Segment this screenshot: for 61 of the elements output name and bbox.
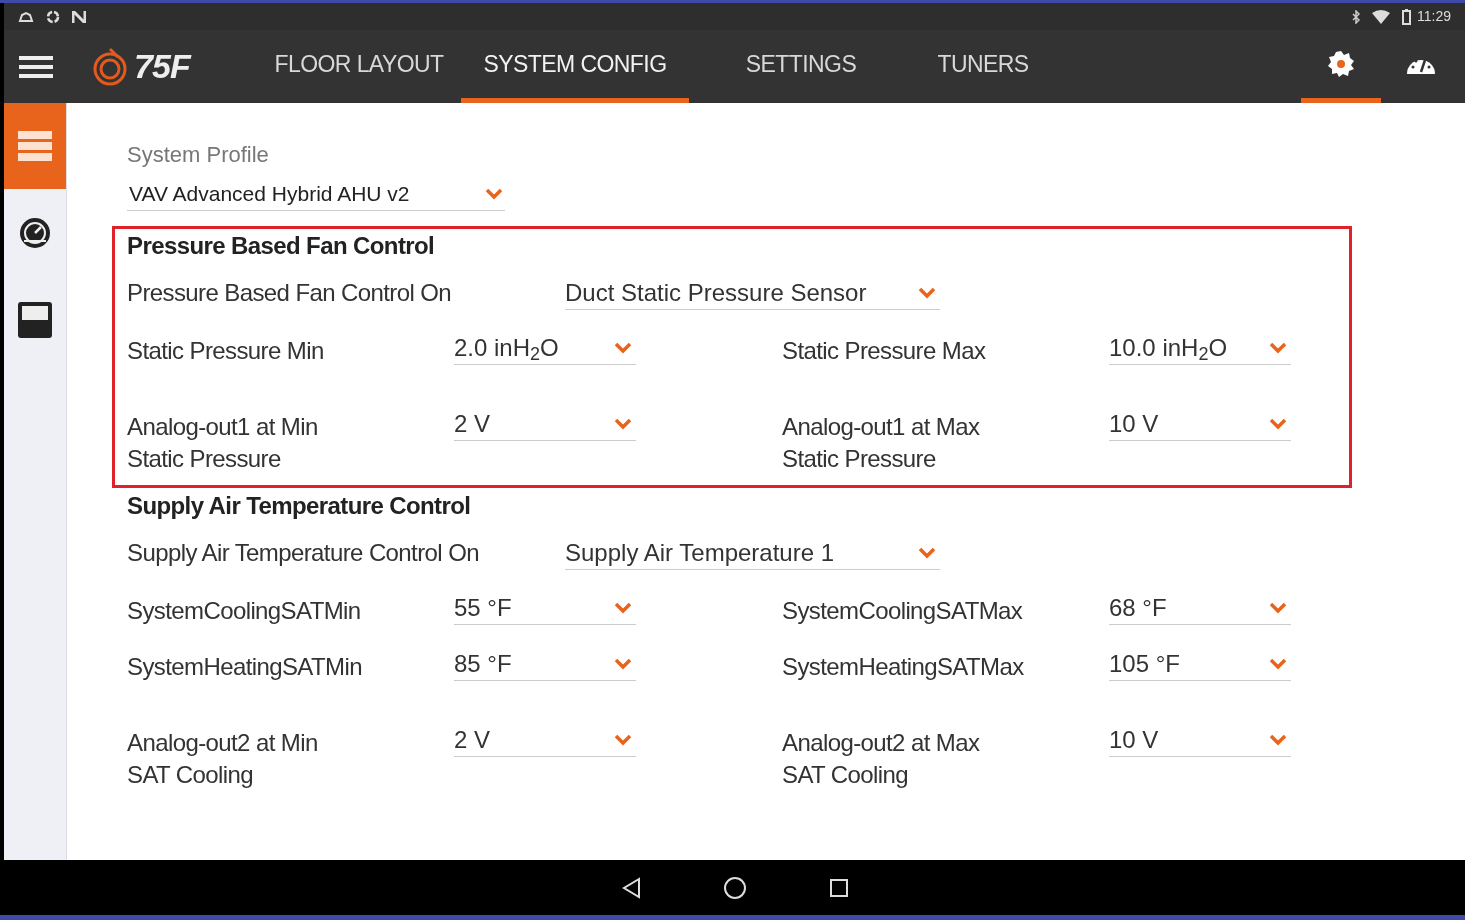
profile-dropdown[interactable]: VAV Advanced Hybrid AHU v2 [127, 177, 505, 211]
field-label: Analog-out1 at Min Static Pressure [127, 412, 319, 474]
nav-tab[interactable]: SETTINGS [689, 30, 913, 103]
cloud-icon [18, 10, 34, 23]
chevron-down-icon [1269, 733, 1287, 746]
wifi-icon [1372, 9, 1390, 24]
field-label: SystemCoolingSATMax [782, 596, 1024, 626]
dropdown[interactable]: 2.0 inH$_{2}$O [454, 331, 636, 365]
chevron-down-icon [918, 286, 936, 299]
dropdown[interactable]: 10.0 inH$_{2}$O [1109, 331, 1291, 365]
menu-icon[interactable] [19, 55, 53, 78]
recents-icon[interactable] [828, 877, 849, 898]
dropdown[interactable]: 10 V [1109, 723, 1291, 757]
dropdown[interactable]: 2 V [454, 407, 636, 441]
nav-tab[interactable]: FLOOR LAYOUT [257, 30, 461, 103]
dropdown[interactable]: 10 V [1109, 407, 1291, 441]
gauge-icon [18, 216, 52, 250]
dropdown[interactable]: 55 °F [454, 591, 636, 625]
chevron-down-icon [1269, 341, 1287, 354]
list-icon [18, 131, 52, 161]
section-title: Supply Air Temperature Control [127, 491, 472, 521]
back-icon[interactable] [620, 876, 641, 899]
field-label: Analog-out1 at Max Static Pressure [782, 412, 981, 474]
clock-time: 11:29 [1417, 7, 1451, 26]
n-icon [72, 10, 86, 23]
chevron-down-icon [614, 601, 632, 614]
meter-icon [18, 302, 52, 338]
field-label: SystemHeatingSATMin [127, 652, 363, 682]
dropdown[interactable]: 68 °F [1109, 591, 1291, 625]
chevron-down-icon [1269, 657, 1287, 670]
battery-icon [1402, 8, 1411, 25]
section-title: Pressure Based Fan Control [127, 231, 436, 261]
chevron-down-icon [614, 341, 632, 354]
settings-icon [1326, 49, 1356, 79]
dropdown[interactable]: 2 V [454, 723, 636, 757]
field-label: Static Pressure Max [782, 336, 987, 366]
bluetooth-icon [1352, 9, 1360, 24]
chevron-down-icon [1269, 601, 1287, 614]
chevron-down-icon [1269, 417, 1287, 430]
nav-tab[interactable]: TUNERS [913, 30, 1053, 103]
dropdown[interactable]: 105 °F [1109, 647, 1291, 681]
field-label: System Profile [127, 141, 270, 169]
field-label: Analog-out2 at Min SAT Cooling [127, 728, 319, 790]
field-label: Supply Air Temperature Control On [127, 538, 480, 568]
chevron-down-icon [614, 417, 632, 430]
chevron-down-icon [918, 546, 936, 559]
logo-icon [92, 46, 128, 87]
field-label: SystemHeatingSATMax [782, 652, 1025, 682]
sync-icon [46, 9, 60, 24]
field-label: Pressure Based Fan Control On [127, 278, 453, 308]
chevron-down-icon [485, 187, 503, 200]
chevron-down-icon [614, 657, 632, 670]
home-icon[interactable] [722, 875, 747, 900]
dropdown[interactable]: 85 °F [454, 647, 636, 681]
logo-text: 75F [134, 46, 191, 87]
field-label: Static Pressure Min [127, 336, 325, 366]
field-label: Analog-out2 at Max SAT Cooling [782, 728, 981, 790]
dropdown[interactable]: Duct Static Pressure Sensor [565, 276, 940, 310]
chevron-down-icon [614, 733, 632, 746]
field-label: SystemCoolingSATMin [127, 596, 362, 626]
dropdown[interactable]: Supply Air Temperature 1 [565, 536, 940, 570]
